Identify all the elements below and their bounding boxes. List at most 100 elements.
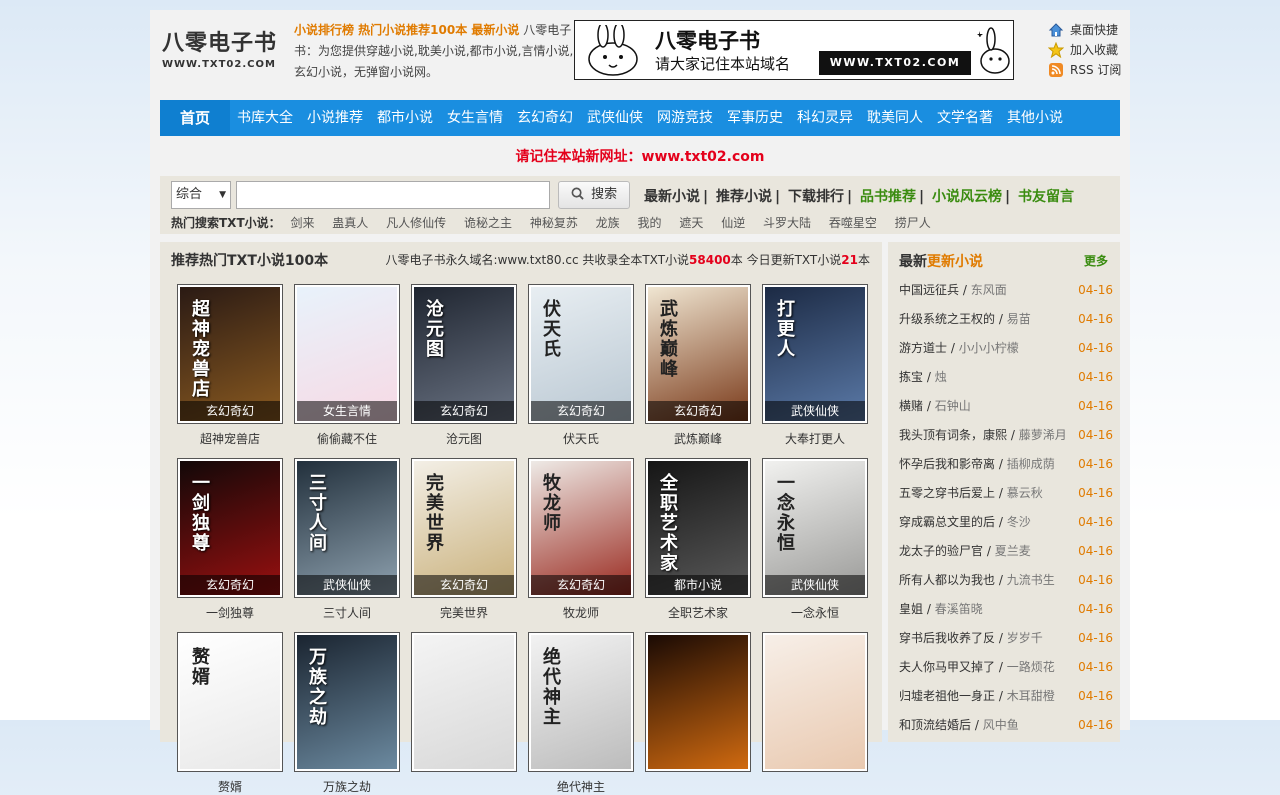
latest-book-title[interactable]: 升级系统之王权的 / 易苗 — [899, 309, 1031, 338]
book-author[interactable]: 春溪笛晓 — [935, 602, 983, 616]
book-title[interactable]: 伏天氏 — [528, 430, 634, 447]
book-card[interactable]: 一念永恒 武侠仙侠 一念永恒 — [762, 458, 868, 621]
book-cover[interactable]: 武炼巅峰 玄幻奇幻 — [645, 284, 751, 424]
latest-book-title[interactable]: 五零之穿书后爱上 / 慕云秋 — [899, 483, 1043, 512]
latest-book-title[interactable]: 归墟老祖他一身正 / 木耳甜橙 — [899, 686, 1055, 715]
search-input[interactable] — [236, 181, 550, 209]
book-title[interactable]: 牧龙师 — [528, 604, 634, 621]
latest-book-title[interactable]: 怀孕后我和影帝离 / 插柳成荫 — [899, 454, 1055, 483]
book-card[interactable]: 武炼巅峰 玄幻奇幻武炼巅峰 — [645, 284, 751, 447]
nav-item-recommend[interactable]: 小说推荐 — [300, 100, 370, 136]
latest-book-title[interactable]: 和顶流结婚后 / 风中鱼 — [899, 715, 1019, 744]
book-title[interactable]: 皇姐 — [899, 602, 923, 616]
book-card[interactable]: 万族之劫 万族之劫 — [294, 632, 400, 795]
link-ranking[interactable]: 小说风云榜 — [932, 189, 1002, 205]
latest-book-title[interactable]: 穿书后我收养了反 / 岁岁千 — [899, 628, 1043, 657]
book-title[interactable]: 中国远征兵 — [899, 283, 959, 297]
book-author[interactable]: 木耳甜橙 — [1007, 689, 1055, 703]
book-title[interactable]: 怀孕后我和影帝离 — [899, 457, 995, 471]
hot-keyword[interactable]: 凡人修仙传 — [386, 216, 446, 230]
book-card[interactable] — [645, 632, 751, 778]
book-title[interactable]: 所有人都以为我也 — [899, 573, 995, 587]
book-cover[interactable]: 万族之劫 — [294, 632, 400, 772]
book-title[interactable]: 穿书后我收养了反 — [899, 631, 995, 645]
book-title[interactable]: 全职艺术家 — [645, 604, 751, 621]
hot-keyword[interactable]: 蛊真人 — [332, 216, 368, 230]
add-favorite-link[interactable]: 加入收藏 — [1048, 40, 1130, 60]
book-cover[interactable]: 女生言情 — [294, 284, 400, 424]
book-title[interactable]: 沧元图 — [411, 430, 517, 447]
book-title[interactable]: 我头顶有词条，康熙 — [899, 428, 1007, 442]
book-title[interactable]: 横赌 — [899, 399, 923, 413]
book-title[interactable]: 一剑独尊 — [177, 604, 283, 621]
book-cover[interactable]: 超神宠兽店 玄幻奇幻 — [177, 284, 283, 424]
rss-subscribe-link[interactable]: RSS 订阅 — [1048, 60, 1130, 80]
book-card[interactable]: 沧元图 玄幻奇幻沧元图 — [411, 284, 517, 447]
book-card[interactable]: 牧龙师 玄幻奇幻牧龙师 — [528, 458, 634, 621]
book-title[interactable]: 一念永恒 — [762, 604, 868, 621]
book-author[interactable]: 冬沙 — [1007, 515, 1031, 529]
link-guestbook[interactable]: 书友留言 — [1018, 189, 1074, 205]
hot-keyword[interactable]: 仙逆 — [721, 216, 745, 230]
book-title[interactable]: 赘婿 — [177, 778, 283, 795]
book-author[interactable]: 石钟山 — [935, 399, 971, 413]
book-title[interactable]: 完美世界 — [411, 604, 517, 621]
link-pinshu[interactable]: 品书推荐 — [860, 189, 916, 205]
link-download-rank[interactable]: 下载排行 — [788, 189, 844, 205]
book-cover[interactable]: 全职艺术家 都市小说 — [645, 458, 751, 598]
book-card[interactable]: 三寸人间 武侠仙侠 三寸人间 — [294, 458, 400, 621]
book-author[interactable]: 九流书生 — [1007, 573, 1055, 587]
latest-book-title[interactable]: 皇姐 / 春溪笛晓 — [899, 599, 983, 628]
book-title[interactable]: 升级系统之王权的 — [899, 312, 995, 326]
nav-item-other[interactable]: 其他小说 — [1000, 100, 1070, 136]
book-title[interactable]: 夫人你马甲又掉了 — [899, 660, 995, 674]
book-author[interactable]: 烛 — [935, 370, 947, 384]
book-card[interactable]: 赘婿 赘婿 — [177, 632, 283, 795]
hot-keyword[interactable]: 龙族 — [596, 216, 620, 230]
intro-highlight-links[interactable]: 小说排行榜 热门小说推荐100本 最新小说 — [294, 23, 519, 37]
book-title[interactable]: 超神宠兽店 — [177, 430, 283, 447]
more-link[interactable]: 更多 — [1084, 252, 1108, 269]
latest-book-title[interactable]: 所有人都以为我也 / 九流书生 — [899, 570, 1055, 599]
nav-item-urban[interactable]: 都市小说 — [370, 100, 440, 136]
book-cover[interactable]: 打更人 武侠仙侠 — [762, 284, 868, 424]
book-title[interactable]: 和顶流结婚后 — [899, 718, 971, 732]
book-card[interactable]: 打更人 武侠仙侠 大奉打更人 — [762, 284, 868, 447]
book-cover[interactable]: 牧龙师 玄幻奇幻 — [528, 458, 634, 598]
book-cover[interactable]: 三寸人间 武侠仙侠 — [294, 458, 400, 598]
book-author[interactable]: 岁岁千 — [1007, 631, 1043, 645]
latest-book-title[interactable]: 横赌 / 石钟山 — [899, 396, 971, 425]
book-cover[interactable]: 伏天氏 玄幻奇幻 — [528, 284, 634, 424]
book-author[interactable]: 藤萝浠月 — [1019, 428, 1067, 442]
latest-book-title[interactable]: 龙太子的验尸官 / 夏兰麦 — [899, 541, 1031, 570]
book-title[interactable]: 龙太子的验尸官 — [899, 544, 983, 558]
hot-keyword[interactable]: 捞尸人 — [895, 216, 931, 230]
book-cover[interactable] — [411, 632, 517, 772]
latest-book-title[interactable]: 拣宝 / 烛 — [899, 367, 947, 396]
nav-item-classics[interactable]: 文学名著 — [930, 100, 1000, 136]
book-author[interactable]: 慕云秋 — [1007, 486, 1043, 500]
book-title[interactable]: 五零之穿书后爱上 — [899, 486, 995, 500]
book-card[interactable] — [411, 632, 517, 778]
book-title[interactable]: 武炼巅峰 — [645, 430, 751, 447]
book-cover[interactable]: 一剑独尊 玄幻奇幻 — [177, 458, 283, 598]
book-card[interactable]: 伏天氏 玄幻奇幻伏天氏 — [528, 284, 634, 447]
book-author[interactable]: 插柳成荫 — [1007, 457, 1055, 471]
search-type-select[interactable]: 综合 ▼ — [171, 181, 231, 209]
search-button[interactable]: 搜索 — [558, 181, 630, 209]
nav-item-wuxia[interactable]: 武侠仙侠 — [580, 100, 650, 136]
book-title[interactable]: 归墟老祖他一身正 — [899, 689, 995, 703]
book-cover[interactable]: 沧元图 玄幻奇幻 — [411, 284, 517, 424]
latest-book-title[interactable]: 我头顶有词条，康熙 / 藤萝浠月 — [899, 425, 1067, 454]
nav-item-military[interactable]: 军事历史 — [720, 100, 790, 136]
book-title[interactable]: 穿成霸总文里的后 — [899, 515, 995, 529]
book-author[interactable]: 夏兰麦 — [995, 544, 1031, 558]
book-author[interactable]: 易苗 — [1007, 312, 1031, 326]
hot-keyword[interactable]: 神秘复苏 — [530, 216, 578, 230]
book-card[interactable]: 女生言情 偷偷藏不住 — [294, 284, 400, 447]
latest-book-title[interactable]: 中国远征兵 / 东风面 — [899, 280, 1007, 309]
book-card[interactable]: 超神宠兽店 玄幻奇幻超神宠兽店 — [177, 284, 283, 447]
hot-keyword[interactable]: 剑来 — [290, 216, 314, 230]
desktop-shortcut-link[interactable]: 桌面快捷 — [1048, 20, 1130, 40]
book-title[interactable]: 拣宝 — [899, 370, 923, 384]
